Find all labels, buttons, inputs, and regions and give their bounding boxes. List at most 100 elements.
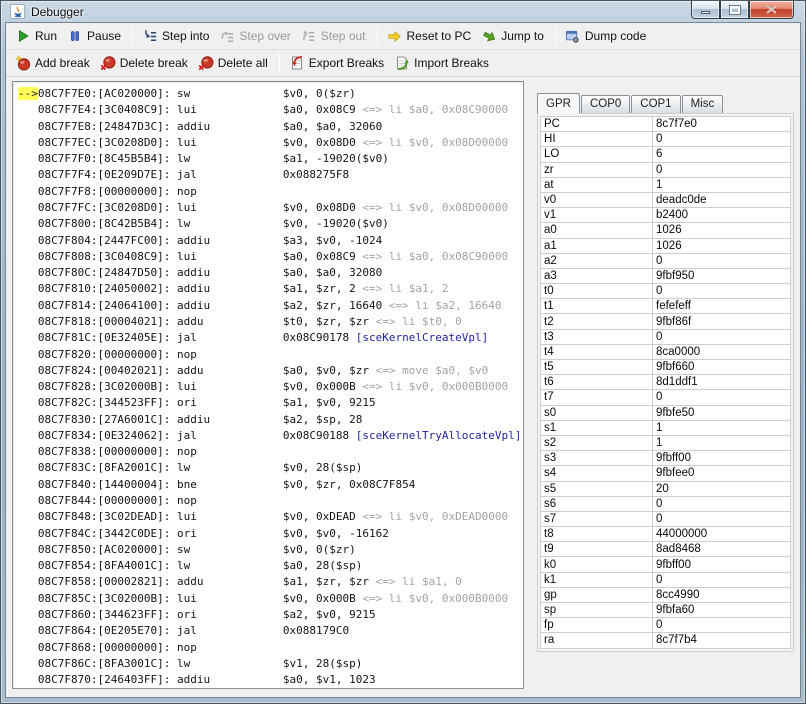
register-value[interactable]: 6: [653, 147, 791, 162]
register-value[interactable]: 0: [653, 284, 791, 299]
register-name: s7: [541, 511, 653, 526]
register-value[interactable]: 0: [653, 511, 791, 526]
disasm-line[interactable]: 08C7F80C:[24847D50]: addiu $a0, $a0, 320…: [18, 265, 523, 281]
disasm-line[interactable]: 08C7F814:[24064100]: addiu $a2, $zr, 166…: [18, 298, 523, 314]
titlebar[interactable]: Debugger: [5, 1, 801, 22]
register-name: v1: [541, 208, 653, 223]
disasm-line[interactable]: 08C7F7FC:[3C0208D0]: lui $v0, 0x08D0 <=>…: [18, 200, 523, 216]
register-value[interactable]: 0: [653, 329, 791, 344]
register-value[interactable]: 1026: [653, 223, 791, 238]
disasm-line[interactable]: 08C7F7EC:[3C0208D0]: lui $v0, 0x08D0 <=>…: [18, 135, 523, 151]
disasm-line[interactable]: 08C7F840:[14400004]: bne $v0, $zr, 0x08C…: [18, 477, 523, 493]
disasm-line[interactable]: 08C7F830:[27A6001C]: addiu $a2, $sp, 28: [18, 412, 523, 428]
reset-to-pc-button[interactable]: Reset to PC: [383, 25, 478, 47]
register-value[interactable]: 8c7f7e0: [653, 117, 791, 132]
disasm-line[interactable]: 08C7F860:[344623FF]: ori $a2, $v0, 9215: [18, 607, 523, 623]
maximize-button[interactable]: [720, 1, 749, 19]
dump-code-button[interactable]: Dump code: [561, 25, 652, 47]
register-value[interactable]: 1026: [653, 238, 791, 253]
register-value[interactable]: deadc0de: [653, 192, 791, 207]
disasm-line[interactable]: 08C7F820:[00000000]: nop: [18, 347, 523, 363]
register-value[interactable]: 9fbfe50: [653, 405, 791, 420]
register-value[interactable]: 8ca0000: [653, 344, 791, 359]
disasm-line[interactable]: 08C7F844:[00000000]: nop: [18, 493, 523, 509]
tab-cop1[interactable]: COP1: [631, 95, 680, 113]
register-value[interactable]: 8ad8468: [653, 542, 791, 557]
tab-misc[interactable]: Misc: [682, 95, 724, 113]
run-button[interactable]: Run: [11, 25, 63, 47]
disasm-line[interactable]: 08C7F818:[00004021]: addu $t0, $zr, $zr …: [18, 314, 523, 330]
pause-button[interactable]: Pause: [63, 25, 127, 47]
disasm-line[interactable]: 08C7F864:[0E205E70]: jal 0x088179C0: [18, 623, 523, 639]
disasm-line[interactable]: -->08C7F7E0:[AC020000]: sw $v0, 0($zr): [18, 86, 523, 102]
delete-break-button[interactable]: Delete break: [96, 52, 194, 74]
register-value[interactable]: 1: [653, 435, 791, 450]
export-breaks-button[interactable]: Export Breaks: [285, 52, 390, 74]
register-value[interactable]: 0: [653, 496, 791, 511]
register-value[interactable]: 8d1ddf1: [653, 375, 791, 390]
disasm-line[interactable]: 08C7F85C:[3C02000B]: lui $v0, 0x000B <=>…: [18, 591, 523, 607]
minimize-button[interactable]: [691, 1, 720, 19]
disasm-line[interactable]: 08C7F848:[3C02DEAD]: lui $v0, 0xDEAD <=>…: [18, 509, 523, 525]
disasm-line[interactable]: 08C7F834:[0E324062]: jal 0x08C90188 [sce…: [18, 428, 523, 444]
register-name: t6: [541, 375, 653, 390]
disasm-line[interactable]: 08C7F7E8:[24847D3C]: addiu $a0, $a0, 320…: [18, 119, 523, 135]
disasm-line[interactable]: 08C7F82C:[344523FF]: ori $a1, $v0, 9215: [18, 395, 523, 411]
register-value[interactable]: 0: [653, 253, 791, 268]
import-breaks-button[interactable]: Import Breaks: [390, 52, 495, 74]
add-break-button[interactable]: Add break: [11, 52, 96, 74]
register-value[interactable]: 1: [653, 420, 791, 435]
disasm-line[interactable]: 08C7F800:[8C42B5B4]: lw $v0, -19020($v0): [18, 216, 523, 232]
disasm-line[interactable]: 08C7F86C:[8FA3001C]: lw $v1, 28($sp): [18, 656, 523, 672]
disasm-line[interactable]: 08C7F824:[00402021]: addu $a0, $v0, $zr …: [18, 363, 523, 379]
register-value[interactable]: 9fbf86f: [653, 314, 791, 329]
register-value[interactable]: 9fbff00: [653, 451, 791, 466]
step-over-button[interactable]: Step over: [215, 25, 296, 47]
register-value[interactable]: 0: [653, 162, 791, 177]
register-name: s1: [541, 420, 653, 435]
close-button[interactable]: [749, 1, 794, 19]
register-value[interactable]: 44000000: [653, 527, 791, 542]
disasm-line[interactable]: 08C7F7F8:[00000000]: nop: [18, 184, 523, 200]
disasm-line[interactable]: 08C7F868:[00000000]: nop: [18, 640, 523, 656]
register-value[interactable]: 9fbff00: [653, 557, 791, 572]
disasm-line[interactable]: 08C7F854:[8FA4001C]: lw $a0, 28($sp): [18, 558, 523, 574]
register-value[interactable]: 9fbf950: [653, 268, 791, 283]
disasm-line[interactable]: 08C7F7F4:[0E209D7E]: jal 0x088275F8: [18, 167, 523, 183]
disasm-line[interactable]: 08C7F838:[00000000]: nop: [18, 444, 523, 460]
delete-all-button[interactable]: Delete all: [194, 52, 274, 74]
disasm-line[interactable]: 08C7F7E4:[3C0408C9]: lui $a0, 0x08C9 <=>…: [18, 102, 523, 118]
disasm-line[interactable]: 08C7F870:[246403FF]: addiu $a0, $v1, 102…: [18, 672, 523, 688]
disasm-line[interactable]: 08C7F804:[2447FC00]: addiu $a3, $v0, -10…: [18, 233, 523, 249]
disasm-line[interactable]: 08C7F828:[3C02000B]: lui $v0, 0x000B <=>…: [18, 379, 523, 395]
disasm-line[interactable]: 08C7F7F0:[8C45B5B4]: lw $a1, -19020($v0): [18, 151, 523, 167]
register-value[interactable]: 8cc4990: [653, 587, 791, 602]
disasm-line[interactable]: 08C7F810:[24050002]: addiu $a1, $zr, 2 <…: [18, 281, 523, 297]
tab-cop0[interactable]: COP0: [581, 95, 630, 113]
register-value[interactable]: 0: [653, 618, 791, 633]
disasm-line[interactable]: 08C7F850:[AC020000]: sw $v0, 0($zr): [18, 542, 523, 558]
register-value[interactable]: 9fbf660: [653, 360, 791, 375]
register-value[interactable]: fefefeff: [653, 299, 791, 314]
tab-gpr[interactable]: GPR: [537, 93, 580, 114]
disasm-line[interactable]: 08C7F81C:[0E32405E]: jal 0x08C90178 [sce…: [18, 330, 523, 346]
register-value[interactable]: 9fbfee0: [653, 466, 791, 481]
disasm-line[interactable]: 08C7F84C:[3442C0DE]: ori $v0, $v0, -1616…: [18, 526, 523, 542]
register-value[interactable]: 20: [653, 481, 791, 496]
disassembly-view[interactable]: -->08C7F7E0:[AC020000]: sw $v0, 0($zr) 0…: [12, 81, 524, 689]
disasm-line[interactable]: 08C7F83C:[8FA2001C]: lw $v0, 28($sp): [18, 460, 523, 476]
register-value[interactable]: 0: [653, 572, 791, 587]
disasm-line[interactable]: 08C7F858:[00002821]: addu $a1, $zr, $zr …: [18, 574, 523, 590]
register-value[interactable]: b2400: [653, 208, 791, 223]
register-value[interactable]: 9fbfa60: [653, 603, 791, 618]
jump-to-button[interactable]: Jump to: [477, 25, 550, 47]
register-name: t8: [541, 527, 653, 542]
register-name: v0: [541, 192, 653, 207]
step-out-button[interactable]: Step out: [297, 25, 372, 47]
register-value[interactable]: 0: [653, 132, 791, 147]
register-value[interactable]: 8c7f7b4: [653, 633, 791, 648]
disasm-line[interactable]: 08C7F808:[3C0408C9]: lui $a0, 0x08C9 <=>…: [18, 249, 523, 265]
register-value[interactable]: 1: [653, 177, 791, 192]
register-value[interactable]: 0: [653, 390, 791, 405]
step-into-button[interactable]: Step into: [138, 25, 215, 47]
